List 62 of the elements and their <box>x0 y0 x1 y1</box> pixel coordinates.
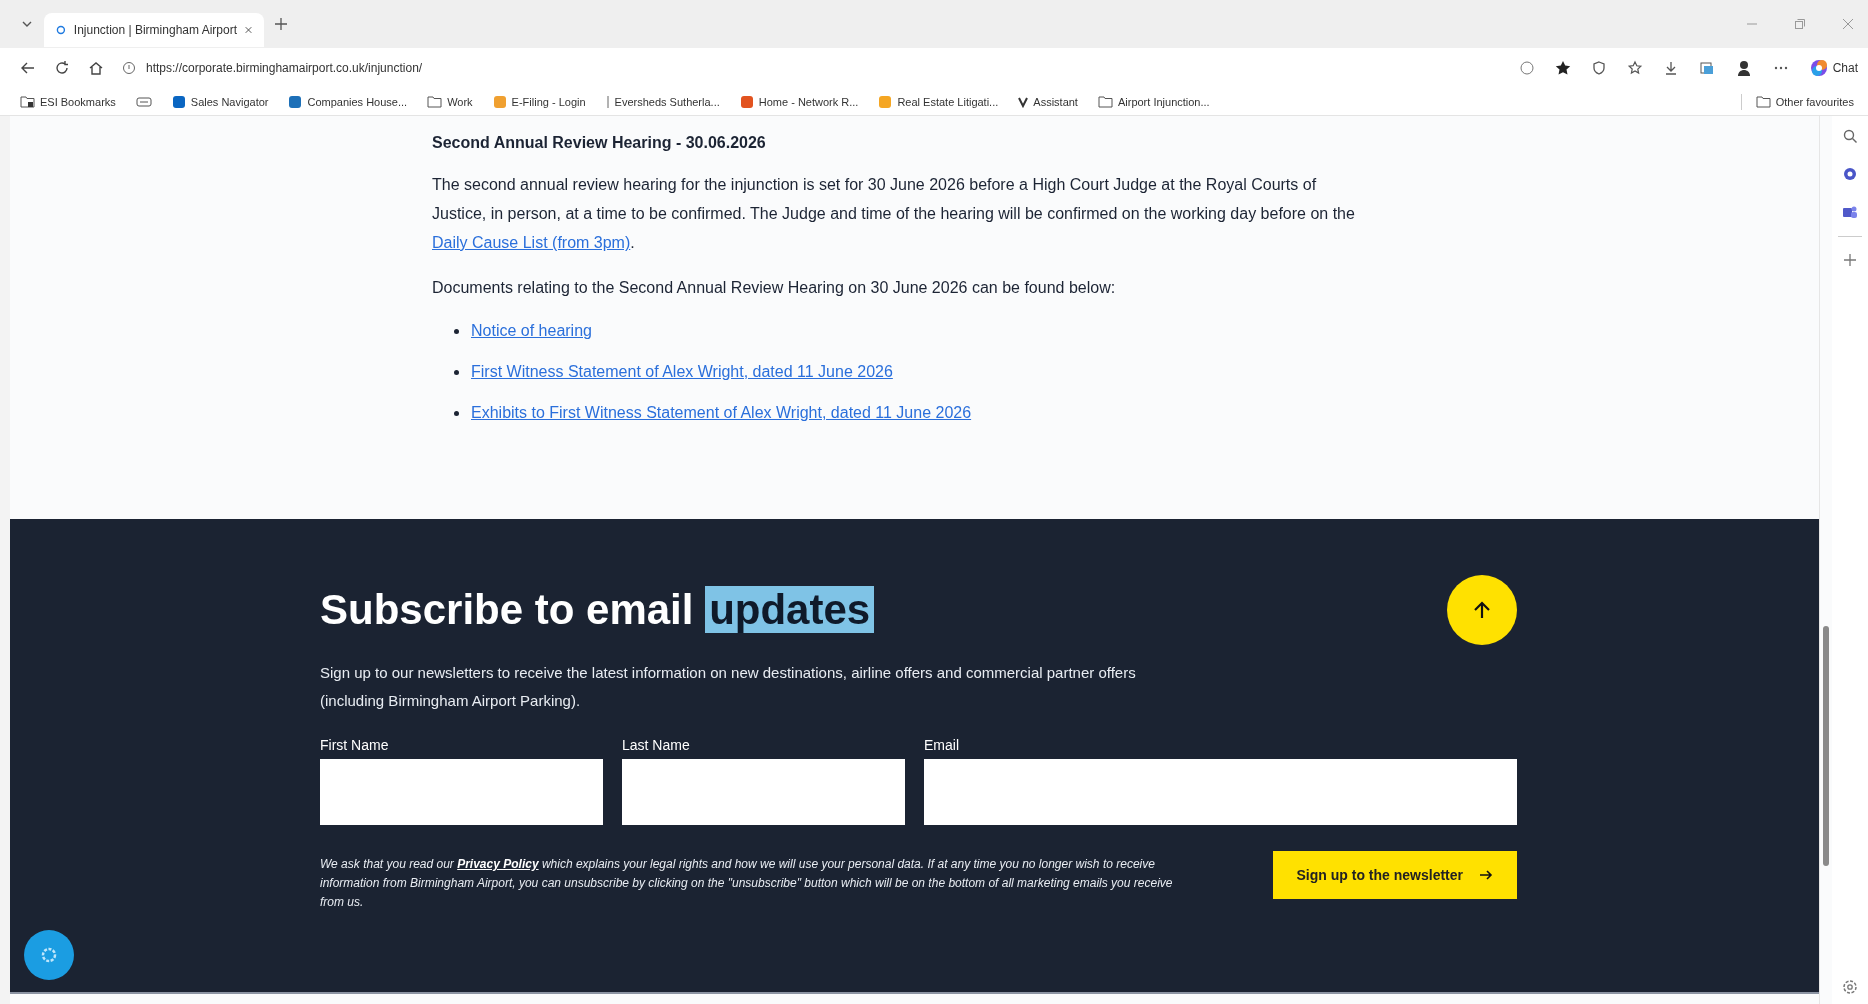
document-link[interactable]: Exhibits to First Witness Statement of Alex Wright, dated 11 June 2026 <box>471 404 972 422</box>
privacy-policy-link[interactable]: Privacy Policy <box>457 857 539 871</box>
hearing-paragraph: The second annual review hearing for the injunction is set for 30 June 2026 before a High Court Judge at the Royal Courts of Justice, in person, at a time to be confirmed. The Judge and time of the hearing will be confirmed on the working day before on the Daily Cause List (from 3pm). <box>432 175 1356 253</box>
chat-logo-icon <box>1808 58 1829 78</box>
bookmark[interactable] <box>135 95 152 108</box>
browser-tab[interactable]: Injunction | Birmingham Airport <box>44 13 264 47</box>
privacy-notice: We ask that you read our Privacy Policy which explains your legal rights and how we will use your personal data. If at any time you no longer wish to receive information from Birmingham Airport, you can unsubscribe by clicking on the "unsubscribe" button which will be on the bottom of all marketing emails you receive from us. <box>320 856 1174 911</box>
bookmark[interactable]: Work <box>427 95 473 108</box>
chevron-icon <box>1018 95 1029 108</box>
star-icon[interactable] <box>1554 60 1571 76</box>
bookmark[interactable]: Home - Network R... <box>739 94 859 109</box>
bullet-icon <box>454 328 459 334</box>
bookmark[interactable]: Assistant <box>1018 95 1078 108</box>
bookmark[interactable]: Sales Navigator <box>171 94 269 109</box>
field-label: First Name <box>320 737 390 753</box>
section-heading: Second Annual Review Hearing - 30.06.2026 <box>432 134 767 152</box>
field-label: Email <box>924 737 960 753</box>
address-field[interactable]: https://corporate.birminghamairport.co.uk/injunction/ <box>122 54 1501 82</box>
input-field[interactable] <box>924 759 1517 825</box>
folder-icon <box>1097 95 1113 108</box>
newsletter-heading: Subscribe to email updates <box>320 586 875 634</box>
gear-icon <box>39 945 59 965</box>
bookmark[interactable]: E-Filing - Login <box>492 94 586 109</box>
bookmark[interactable]: Real Estate Litigati... <box>878 94 999 109</box>
input-field[interactable] <box>320 759 603 825</box>
bookmark[interactable]: Airport Injunction... <box>1097 95 1210 108</box>
document-link[interactable]: First Witness Statement of Alex Wright, dated 11 June 2026 <box>471 363 893 381</box>
cause-list-link[interactable]: Daily Cause List (from 3pm) <box>432 234 631 251</box>
bookmark[interactable]: ESI Bookmarks <box>20 95 116 108</box>
bullet-icon <box>454 369 459 375</box>
search-icon[interactable] <box>1842 128 1858 144</box>
documents-intro: Documents relating to the Second Annual Review Hearing on 30 June 2026 can be found below: <box>432 278 1117 298</box>
folder-icon <box>427 95 443 108</box>
bullet-icon <box>454 410 459 416</box>
refresh-icon[interactable] <box>54 60 70 76</box>
shield-icon[interactable] <box>1590 60 1607 76</box>
bookmark[interactable]: Companies House... <box>288 94 408 109</box>
newsletter-signup-button[interactable]: Sign up to the newsletter <box>1272 851 1517 899</box>
info-icon[interactable] <box>122 61 136 75</box>
field-label: Last Name <box>622 737 691 753</box>
scrollbar[interactable] <box>1819 116 1832 1004</box>
back-icon[interactable] <box>20 60 36 76</box>
add-icon[interactable] <box>1843 253 1857 267</box>
close-icon[interactable] <box>245 25 252 35</box>
input-field[interactable] <box>622 759 905 825</box>
home-icon[interactable] <box>88 60 104 76</box>
chat-button[interactable]: Chat <box>1808 58 1858 78</box>
bookmark-folder[interactable]: Other favourites <box>1755 95 1854 108</box>
collections-icon[interactable] <box>1698 60 1715 76</box>
newsletter-description: Sign up to our newsletters to receive the latest information on new destinations, airline offers and commercial partner offers (including Birmingham Airport Parking). <box>320 663 1137 711</box>
arrow-right-icon <box>1479 869 1493 881</box>
bookmark[interactable]: Eversheds Sutherla... <box>605 94 720 109</box>
settings-icon[interactable] <box>1841 978 1859 996</box>
document-link[interactable]: Notice of hearing <box>471 322 592 340</box>
card-icon <box>135 95 152 108</box>
circle-icon <box>56 23 66 37</box>
bar-icon <box>605 94 610 109</box>
new-tab-icon[interactable] <box>274 17 288 31</box>
favorites-icon[interactable] <box>1626 60 1643 76</box>
help-chat-button[interactable] <box>24 930 74 980</box>
folder-icon <box>20 95 35 108</box>
folder-icon <box>1755 95 1771 108</box>
